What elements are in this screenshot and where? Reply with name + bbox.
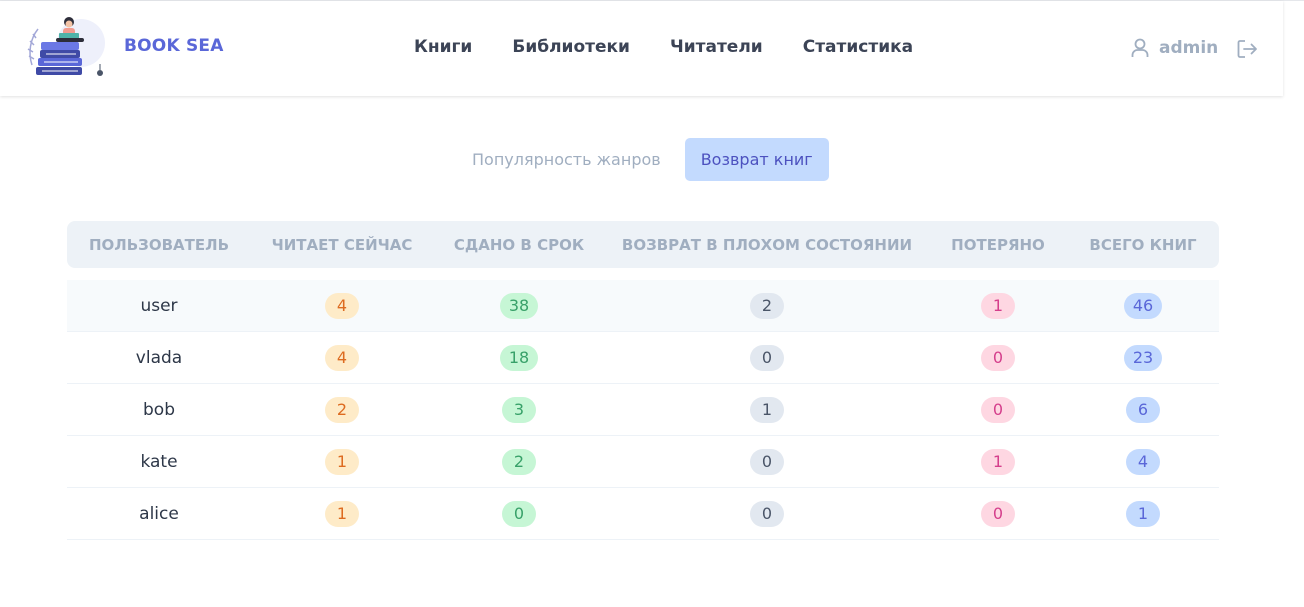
table-row: kate 1 2 0 1 4 xyxy=(67,436,1219,488)
lost-badge: 0 xyxy=(981,344,1015,371)
col-total: ВСЕГО КНИГ xyxy=(1089,235,1197,254)
lost-badge: 1 xyxy=(981,448,1015,475)
bad-condition-badge: 0 xyxy=(750,344,784,371)
book-reader-logo[interactable] xyxy=(26,15,108,81)
table-row: user 4 38 2 1 46 xyxy=(67,280,1219,332)
tab-genre-popularity[interactable]: Популярность жанров xyxy=(458,138,675,181)
user-icon xyxy=(1131,38,1149,57)
nav-statistics[interactable]: Статистика xyxy=(803,37,913,63)
on-time-badge: 0 xyxy=(502,500,536,527)
logout-icon[interactable] xyxy=(1236,38,1258,60)
bad-condition-badge: 0 xyxy=(750,448,784,475)
reading-badge: 1 xyxy=(325,500,359,527)
lost-badge: 1 xyxy=(981,292,1015,319)
total-badge: 23 xyxy=(1123,344,1163,371)
on-time-badge: 18 xyxy=(499,344,539,371)
col-on-time: СДАНО В СРОК xyxy=(453,235,585,254)
total-badge: 4 xyxy=(1126,448,1160,475)
table-header: ПОЛЬЗОВАТЕЛЬ ЧИТАЕТ СЕЙЧАС СДАНО В СРОК … xyxy=(67,221,1219,268)
bad-condition-badge: 2 xyxy=(750,292,784,319)
on-time-badge: 3 xyxy=(502,396,536,423)
user-menu[interactable]: admin xyxy=(1129,37,1218,59)
reading-badge: 4 xyxy=(325,344,359,371)
row-user: vlada xyxy=(135,347,183,368)
table-row: alice 1 0 0 0 1 xyxy=(67,488,1219,540)
row-user: alice xyxy=(139,503,179,524)
total-badge: 6 xyxy=(1126,396,1160,423)
returns-table: ПОЛЬЗОВАТЕЛЬ ЧИТАЕТ СЕЙЧАС СДАНО В СРОК … xyxy=(67,221,1219,540)
on-time-badge: 38 xyxy=(499,292,539,319)
reading-badge: 2 xyxy=(325,396,359,423)
col-reading: ЧИТАЕТ СЕЙЧАС xyxy=(271,235,413,254)
lost-badge: 0 xyxy=(981,500,1015,527)
nav-books[interactable]: Книги xyxy=(414,37,472,63)
stats-tabs: Популярность жанров Возврат книг xyxy=(458,138,829,181)
row-user: kate xyxy=(140,451,178,472)
header: BOOK SEA Книги Библиотеки Читатели Стати… xyxy=(0,1,1283,96)
table-row: vlada 4 18 0 0 23 xyxy=(67,332,1219,384)
on-time-badge: 2 xyxy=(502,448,536,475)
reading-badge: 4 xyxy=(325,292,359,319)
col-user: ПОЛЬЗОВАТЕЛЬ xyxy=(88,235,230,254)
tab-book-returns[interactable]: Возврат книг xyxy=(684,138,829,181)
user-name: admin xyxy=(1159,38,1219,58)
bad-condition-badge: 1 xyxy=(750,396,784,423)
nav-libraries[interactable]: Библиотеки xyxy=(512,37,630,63)
brand-name[interactable]: BOOK SEA xyxy=(124,36,224,56)
total-badge: 46 xyxy=(1123,292,1163,319)
col-bad-condition: ВОЗВРАТ В ПЛОХОМ СОСТОЯНИИ xyxy=(621,235,913,254)
nav-readers[interactable]: Читатели xyxy=(670,37,763,63)
lost-badge: 0 xyxy=(981,396,1015,423)
row-user: user xyxy=(140,295,178,316)
reading-badge: 1 xyxy=(325,448,359,475)
total-badge: 1 xyxy=(1126,500,1160,527)
main-nav: Книги Библиотеки Читатели Статистика xyxy=(414,37,953,63)
col-lost: ПОТЕРЯНО xyxy=(951,235,1045,254)
row-user: bob xyxy=(143,399,175,420)
table-row: bob 2 3 1 0 6 xyxy=(67,384,1219,436)
bad-condition-badge: 0 xyxy=(750,500,784,527)
